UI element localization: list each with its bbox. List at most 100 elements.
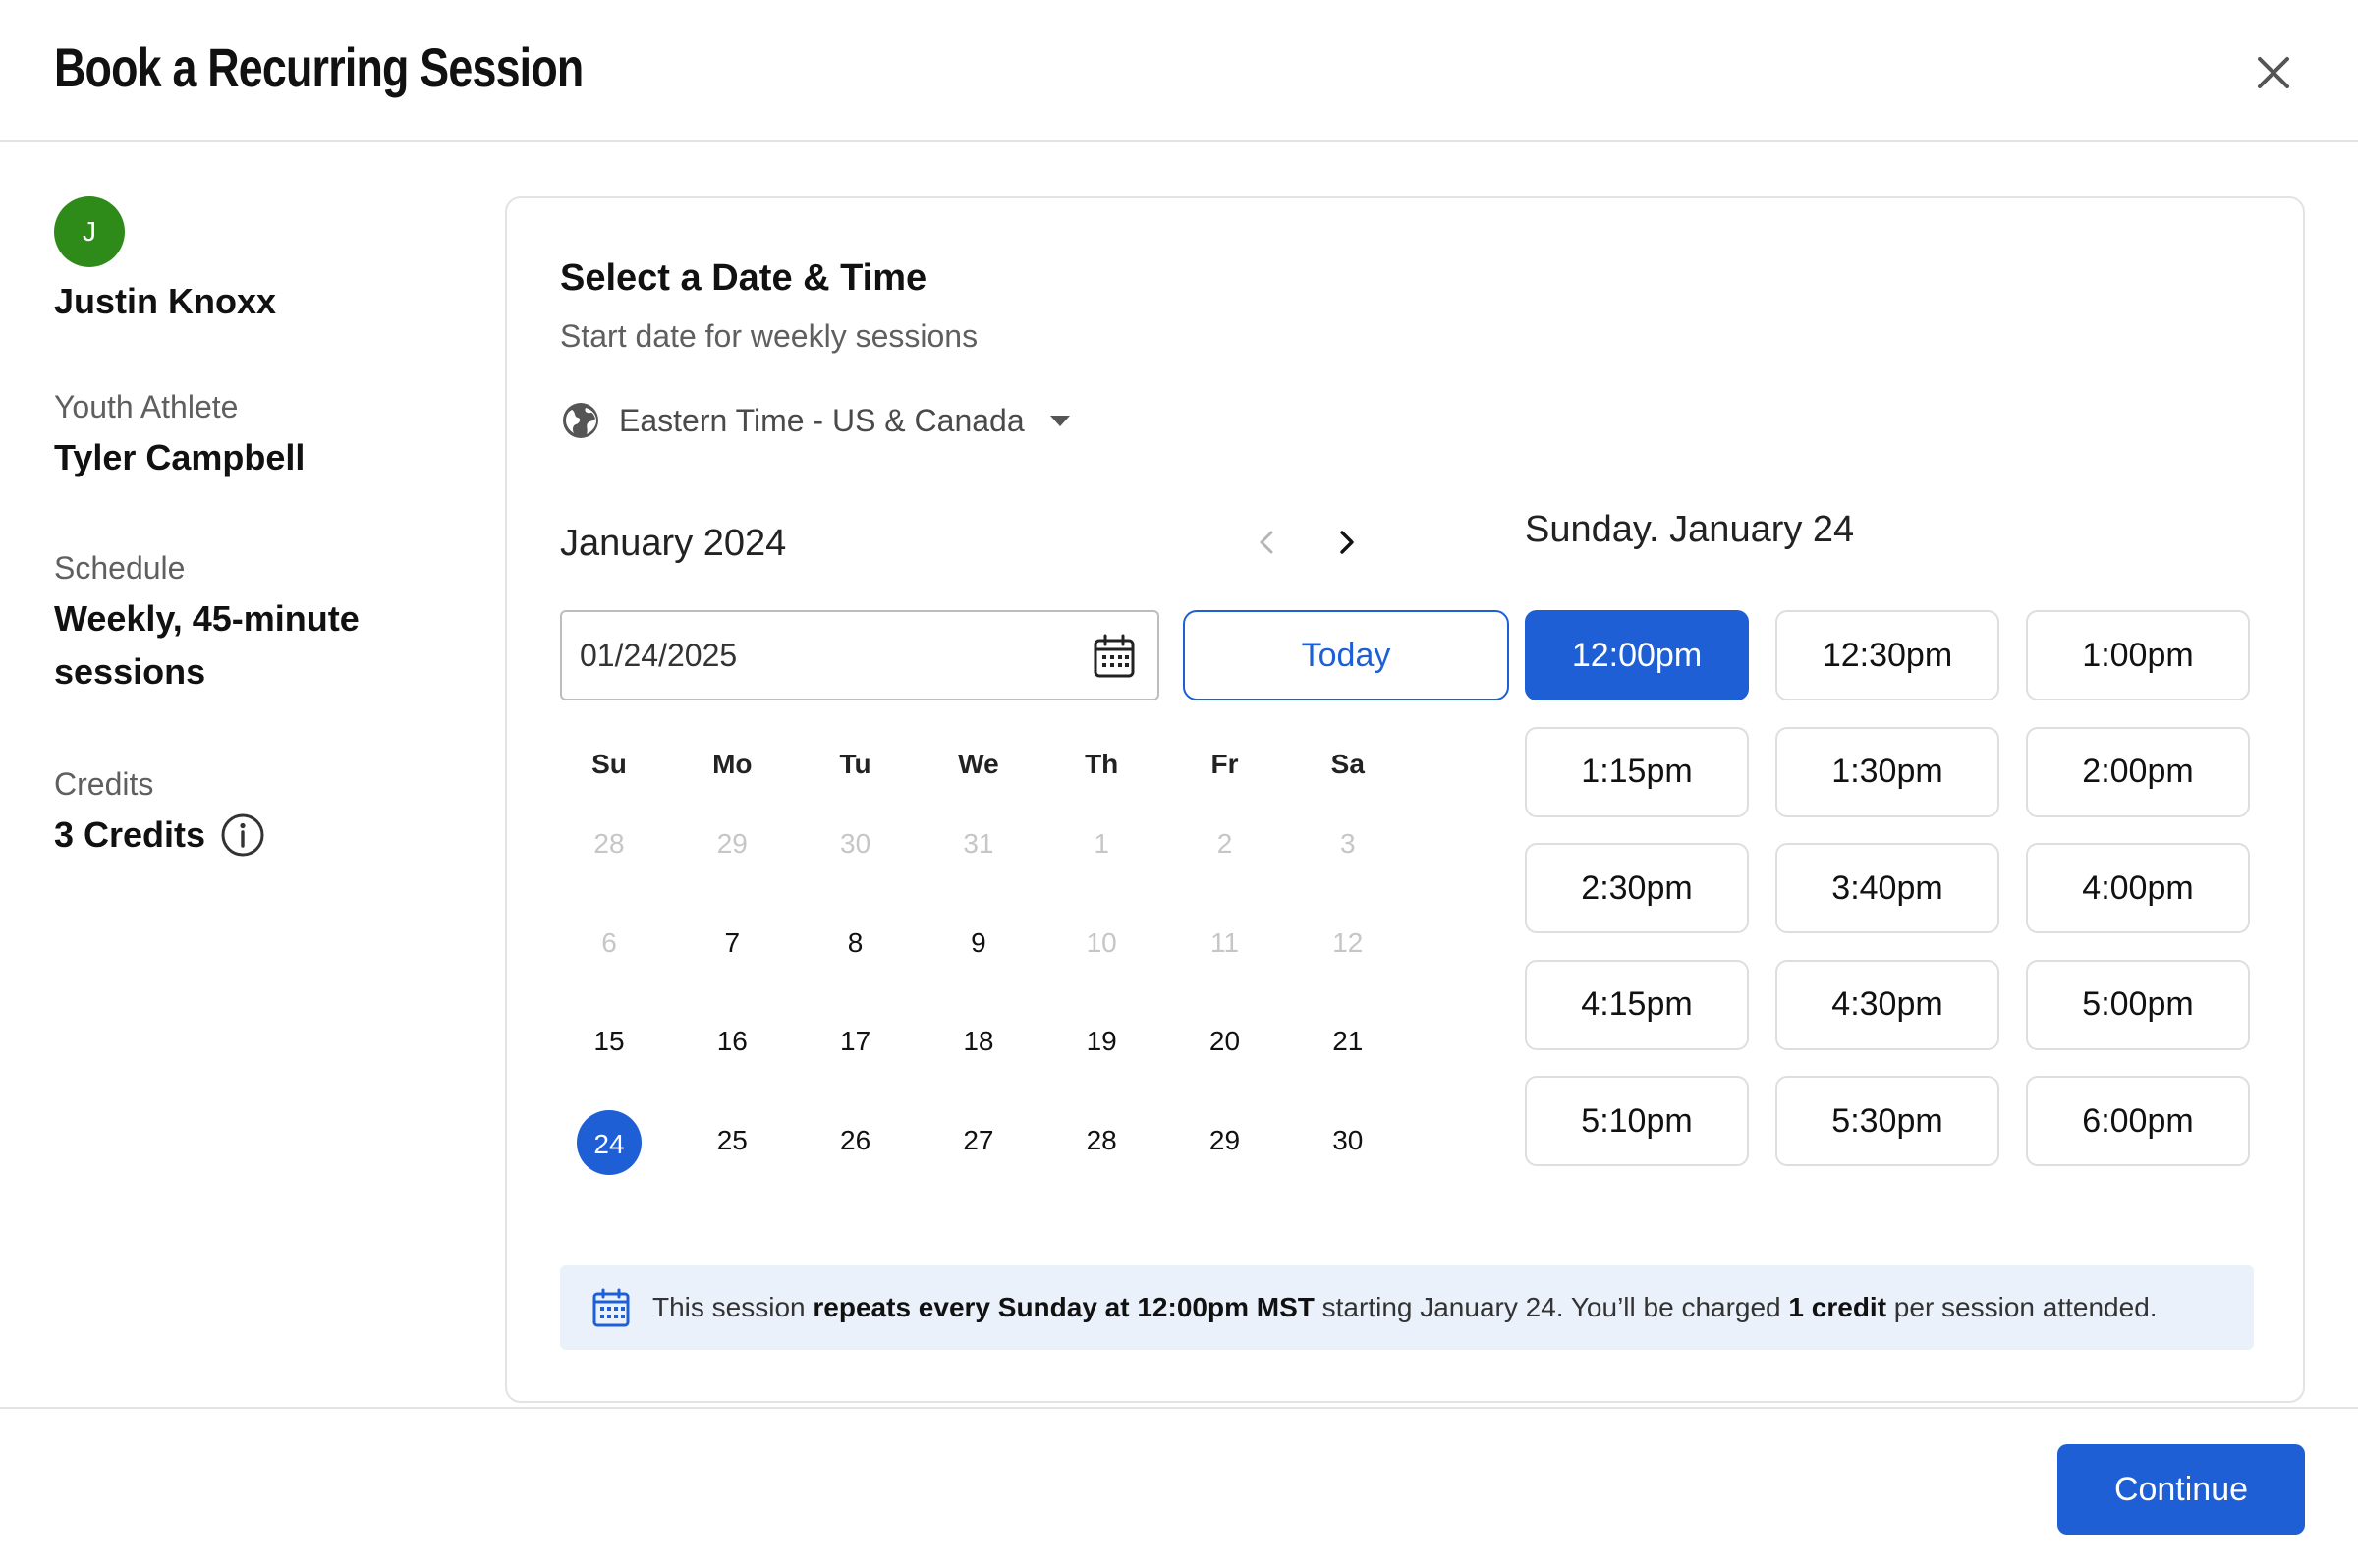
prev-month-button[interactable] xyxy=(1248,523,1287,562)
time-slot[interactable]: 5:30pm xyxy=(1775,1076,1999,1166)
date-input[interactable]: 01/24/2025 xyxy=(560,610,1159,700)
calendar-day[interactable]: 19 xyxy=(1052,1007,1151,1076)
time-slot[interactable]: 2:30pm xyxy=(1525,843,1749,933)
recurrence-banner: This session repeats every Sunday at 12:… xyxy=(560,1265,2254,1350)
time-slot[interactable]: 12:30pm xyxy=(1775,610,1999,700)
calendar-day-number: 30 xyxy=(1332,1124,1364,1155)
calendar-week-row: 24 25 26 27 28 29 30 xyxy=(560,1106,1543,1204)
next-month-button[interactable] xyxy=(1326,523,1366,562)
calendar-day[interactable]: 26 xyxy=(807,1106,905,1175)
time-slot[interactable]: 1:30pm xyxy=(1775,726,1999,817)
modal-title: Book a Recurring Session xyxy=(54,36,584,98)
calendar-day-number: 31 xyxy=(963,828,994,859)
calendar-day[interactable]: 21 xyxy=(1299,1007,1397,1076)
user-name: Justin Knoxx xyxy=(54,281,277,321)
timezone-label: Eastern Time - US & Canada xyxy=(619,402,1025,438)
timezone-select[interactable]: Eastern Time - US & Canada xyxy=(560,400,1072,441)
calendar-day[interactable]: 7 xyxy=(683,909,781,978)
calendar-day[interactable]: 29 xyxy=(1176,1106,1274,1175)
chevron-down-icon xyxy=(1049,416,1070,426)
calendar-day-number: 20 xyxy=(1208,1026,1241,1056)
calendar-day-number: 26 xyxy=(840,1124,871,1155)
calendar-day-number: 29 xyxy=(1208,1124,1241,1155)
chevron-left-icon xyxy=(1260,531,1273,554)
credits-value: 3 Credits xyxy=(54,814,206,855)
calendar-day-number: 1 xyxy=(1094,828,1109,859)
modal-footer: Continue xyxy=(0,1407,2358,1568)
calendar-day-number: 28 xyxy=(593,828,625,859)
calendar-day[interactable]: 16 xyxy=(683,1007,781,1076)
calendar-day-number: 29 xyxy=(716,828,748,859)
weekday-label: Tu xyxy=(839,749,871,779)
weekday-label: Th xyxy=(1085,749,1119,779)
calendar-day-number: 11 xyxy=(1209,926,1240,958)
calendar-day-number: 27 xyxy=(963,1124,994,1155)
today-button[interactable]: Today xyxy=(1183,610,1509,700)
weekday-header-row: Su Mo Tu We Th Fr Sa xyxy=(560,741,1543,790)
time-slot[interactable]: 4:15pm xyxy=(1525,959,1749,1050)
time-slot-selected[interactable]: 12:00pm xyxy=(1525,610,1749,700)
time-slot[interactable]: 6:00pm xyxy=(2026,1076,2250,1166)
calendar-day[interactable]: 25 xyxy=(683,1106,781,1175)
calendar-day-number: 17 xyxy=(840,1026,871,1056)
calendar-day-number: 25 xyxy=(716,1124,748,1155)
time-slot[interactable]: 3:40pm xyxy=(1775,843,1999,933)
calendar-day-number: 8 xyxy=(847,926,864,958)
time-slot[interactable]: 1:15pm xyxy=(1525,726,1749,817)
weekday-label: Sa xyxy=(1330,749,1365,779)
schedule-label: Schedule xyxy=(54,550,186,586)
calendar-icon xyxy=(592,1288,630,1327)
credits-field: Credits 3 Credits xyxy=(54,766,266,862)
calendar-day-number: 28 xyxy=(1086,1124,1117,1155)
calendar-day-number: 16 xyxy=(716,1026,748,1056)
calendar-day[interactable]: 20 xyxy=(1176,1007,1274,1076)
calendar-day: 30 xyxy=(807,810,905,878)
athlete-label: Youth Athlete xyxy=(54,389,239,424)
globe-icon xyxy=(563,403,598,438)
calendar-day-number: 30 xyxy=(840,828,871,859)
panel-title: Select a Date & Time xyxy=(560,257,927,299)
calendar-day-number: 3 xyxy=(1340,828,1356,859)
calendar-grid: Su Mo Tu We Th Fr Sa 28 29 30 31 1 2 3 6 7 8 9 10 11 12 15 16 1… xyxy=(560,741,1543,1175)
calendar-day: 3 xyxy=(1299,810,1397,878)
calendar-day-number: 7 xyxy=(724,926,741,958)
calendar-day-number: 24 xyxy=(593,1128,625,1159)
calendar-day[interactable]: 27 xyxy=(929,1106,1028,1175)
calendar-day-number: 2 xyxy=(1216,828,1233,859)
calendar-day[interactable]: 17 xyxy=(807,1007,905,1076)
calendar-day: 6 xyxy=(560,909,658,978)
close-button[interactable] xyxy=(2250,49,2297,96)
date-time-panel: Select a Date & Time Start date for week… xyxy=(505,196,2305,1403)
calendar-day-number: 10 xyxy=(1086,926,1117,958)
booking-summary: J Justin Knoxx Youth Athlete Tyler Campb… xyxy=(54,196,467,857)
calendar-day[interactable]: 9 xyxy=(929,909,1028,978)
calendar-day-number: 19 xyxy=(1086,1026,1117,1056)
calendar-day[interactable]: 30 xyxy=(1299,1106,1397,1175)
calendar-day-number: 9 xyxy=(971,926,986,958)
continue-button[interactable]: Continue xyxy=(2057,1444,2305,1535)
info-icon[interactable] xyxy=(219,812,266,859)
panel-subtitle: Start date for weekly sessions xyxy=(560,318,979,354)
calendar-day[interactable]: 15 xyxy=(560,1007,658,1076)
schedule-value: Weekly, 45-minute sessions xyxy=(54,598,360,692)
calendar-day[interactable]: 28 xyxy=(1052,1106,1151,1175)
chevron-right-icon xyxy=(1340,531,1354,554)
calendar-day: 28 xyxy=(560,810,658,878)
calendar-icon[interactable] xyxy=(1093,634,1136,679)
date-input-value: 01/24/2025 xyxy=(580,637,738,673)
athlete-field: Youth Athlete Tyler Campbell xyxy=(54,389,305,484)
recurring-session-modal: Book a Recurring Session J Justin Knoxx … xyxy=(0,0,2358,1568)
time-slot[interactable]: 5:00pm xyxy=(2026,959,2250,1050)
calendar-day-selected[interactable]: 24 xyxy=(560,1109,658,1179)
month-label: January 2024 xyxy=(560,523,787,564)
time-slot[interactable]: 2:00pm xyxy=(2026,726,2250,817)
time-slot[interactable]: 5:10pm xyxy=(1525,1076,1749,1166)
calendar-day[interactable]: 8 xyxy=(807,909,905,978)
calendar-day[interactable]: 18 xyxy=(929,1007,1028,1076)
time-slot[interactable]: 4:30pm xyxy=(1775,959,1999,1050)
time-slot[interactable]: 4:00pm xyxy=(2026,843,2250,933)
avatar: J xyxy=(54,196,125,267)
weekday-label: Su xyxy=(591,749,627,779)
credits-row: 3 Credits xyxy=(54,809,266,862)
time-slot[interactable]: 1:00pm xyxy=(2026,610,2250,700)
